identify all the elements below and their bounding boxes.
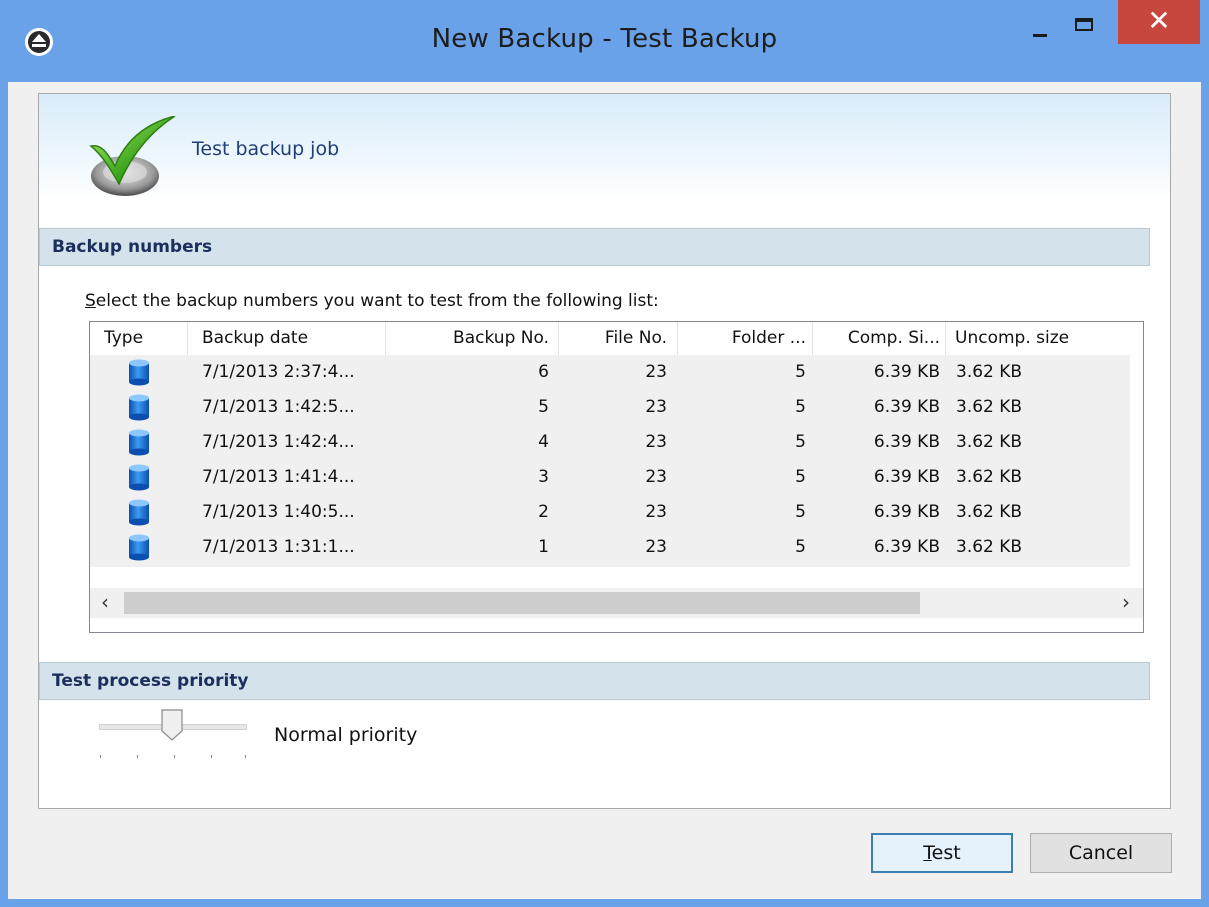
cell-backup-no: 5 xyxy=(538,397,549,417)
list-body: 7/1/2013 2:37:4... 6 23 5 6.39 KB 3.62 K… xyxy=(90,355,1130,567)
cell-file-no: 23 xyxy=(645,397,667,417)
content-panel: Test backup job Backup numbers Select th… xyxy=(38,93,1171,809)
test-button-label: est xyxy=(931,842,961,864)
close-button[interactable]: ✕ xyxy=(1118,0,1200,44)
cell-backup-no: 4 xyxy=(538,432,549,452)
cancel-button[interactable]: Cancel xyxy=(1030,833,1172,873)
cell-uncomp-size: 3.62 KB xyxy=(956,502,1023,522)
database-icon xyxy=(129,359,149,386)
cell-file-no: 23 xyxy=(645,537,667,557)
column-header-backup-date[interactable]: Backup date xyxy=(202,322,308,355)
cell-folder-no: 5 xyxy=(795,362,806,382)
cell-folder-no: 5 xyxy=(795,467,806,487)
cell-uncomp-size: 3.62 KB xyxy=(956,537,1023,557)
instruction-text: Select the backup numbers you want to te… xyxy=(85,291,659,311)
table-row[interactable]: 7/1/2013 1:31:1... 1 23 5 6.39 KB 3.62 K… xyxy=(90,530,1130,565)
slider-tick xyxy=(100,755,101,758)
cell-backup-date: 7/1/2013 1:31:1... xyxy=(202,537,355,557)
database-icon xyxy=(129,394,149,421)
table-row[interactable]: 7/1/2013 2:37:4... 6 23 5 6.39 KB 3.62 K… xyxy=(90,355,1130,390)
table-row[interactable]: 7/1/2013 1:42:5... 5 23 5 6.39 KB 3.62 K… xyxy=(90,390,1130,425)
section-backup-numbers: Backup numbers xyxy=(39,228,1150,266)
cell-file-no: 23 xyxy=(645,467,667,487)
cell-backup-date: 7/1/2013 1:42:4... xyxy=(202,432,355,452)
minimize-icon xyxy=(1033,34,1047,37)
cell-file-no: 23 xyxy=(645,502,667,522)
test-button-accelerator: T xyxy=(923,842,932,864)
minimize-button[interactable] xyxy=(1020,0,1064,44)
header-title: Test backup job xyxy=(192,138,340,160)
cell-uncomp-size: 3.62 KB xyxy=(956,397,1023,417)
close-icon: ✕ xyxy=(1147,4,1171,37)
column-header-file-no[interactable]: File No. xyxy=(559,322,667,355)
cell-backup-date: 7/1/2013 1:41:4... xyxy=(202,467,355,487)
column-separator[interactable] xyxy=(945,322,946,355)
section-backup-numbers-label: Backup numbers xyxy=(52,237,213,257)
table-row[interactable]: 7/1/2013 1:40:5... 2 23 5 6.39 KB 3.62 K… xyxy=(90,495,1130,530)
cell-backup-date: 7/1/2013 1:42:5... xyxy=(202,397,355,417)
column-header-backup-no[interactable]: Backup No. xyxy=(386,322,549,355)
database-icon xyxy=(129,534,149,561)
cell-file-no: 23 xyxy=(645,362,667,382)
header-banner: Test backup job xyxy=(39,94,1170,200)
cell-comp-size: 6.39 KB xyxy=(873,467,940,487)
database-icon xyxy=(129,429,149,456)
cell-backup-no: 3 xyxy=(538,467,549,487)
table-row[interactable]: 7/1/2013 1:41:4... 3 23 5 6.39 KB 3.62 K… xyxy=(90,460,1130,495)
cell-file-no: 23 xyxy=(645,432,667,452)
column-header-folder[interactable]: Folder ... xyxy=(678,322,806,355)
cell-folder-no: 5 xyxy=(795,537,806,557)
instruction-rest: elect the backup numbers you want to tes… xyxy=(95,291,659,311)
maximize-icon xyxy=(1075,18,1093,31)
cell-backup-no: 1 xyxy=(538,537,549,557)
horizontal-scrollbar[interactable]: ‹ › xyxy=(90,588,1143,618)
instruction-accelerator: S xyxy=(85,291,96,311)
cell-folder-no: 5 xyxy=(795,397,806,417)
database-icon xyxy=(129,464,149,491)
column-separator[interactable] xyxy=(187,322,188,355)
dialog-client-area: Test backup job Backup numbers Select th… xyxy=(8,82,1201,899)
test-backup-window: New Backup - Test Backup ✕ Test backup j… xyxy=(0,0,1209,907)
cell-folder-no: 5 xyxy=(795,432,806,452)
backup-list-view[interactable]: Type Backup date Backup No. File No. Fol… xyxy=(89,321,1144,633)
cell-uncomp-size: 3.62 KB xyxy=(956,467,1023,487)
cell-comp-size: 6.39 KB xyxy=(873,432,940,452)
cell-backup-date: 7/1/2013 2:37:4... xyxy=(202,362,355,382)
maximize-button[interactable] xyxy=(1064,0,1108,44)
cell-backup-no: 2 xyxy=(538,502,549,522)
list-header: Type Backup date Backup No. File No. Fol… xyxy=(90,322,1143,355)
table-row[interactable]: 7/1/2013 1:42:4... 4 23 5 6.39 KB 3.62 K… xyxy=(90,425,1130,460)
cell-uncomp-size: 3.62 KB xyxy=(956,362,1023,382)
slider-tick xyxy=(245,755,246,758)
priority-value-label: Normal priority xyxy=(274,724,418,746)
cell-comp-size: 6.39 KB xyxy=(873,537,940,557)
green-checkmark-icon xyxy=(89,116,176,196)
cell-uncomp-size: 3.62 KB xyxy=(956,432,1023,452)
cell-comp-size: 6.39 KB xyxy=(873,502,940,522)
test-button[interactable]: Test xyxy=(871,833,1013,873)
slider-tick xyxy=(137,755,138,758)
section-test-process-priority: Test process priority xyxy=(39,662,1150,700)
slider-tick xyxy=(174,755,175,758)
slider-tick xyxy=(211,755,212,758)
title-bar[interactable]: New Backup - Test Backup ✕ xyxy=(0,0,1209,82)
column-header-comp-size[interactable]: Comp. Si... xyxy=(813,322,940,355)
cell-comp-size: 6.39 KB xyxy=(873,362,940,382)
column-header-uncomp-size[interactable]: Uncomp. size xyxy=(955,322,1069,355)
cell-backup-date: 7/1/2013 1:40:5... xyxy=(202,502,355,522)
database-icon xyxy=(129,499,149,526)
cell-comp-size: 6.39 KB xyxy=(873,397,940,417)
slider-thumb[interactable] xyxy=(161,709,183,741)
priority-slider[interactable] xyxy=(99,709,249,765)
scrollbar-thumb[interactable] xyxy=(124,592,920,614)
cell-backup-no: 6 xyxy=(538,362,549,382)
column-header-type[interactable]: Type xyxy=(104,322,143,355)
section-priority-label: Test process priority xyxy=(52,671,249,691)
scroll-left-icon[interactable]: ‹ xyxy=(90,588,120,618)
scroll-right-icon[interactable]: › xyxy=(1111,588,1141,618)
cell-folder-no: 5 xyxy=(795,502,806,522)
